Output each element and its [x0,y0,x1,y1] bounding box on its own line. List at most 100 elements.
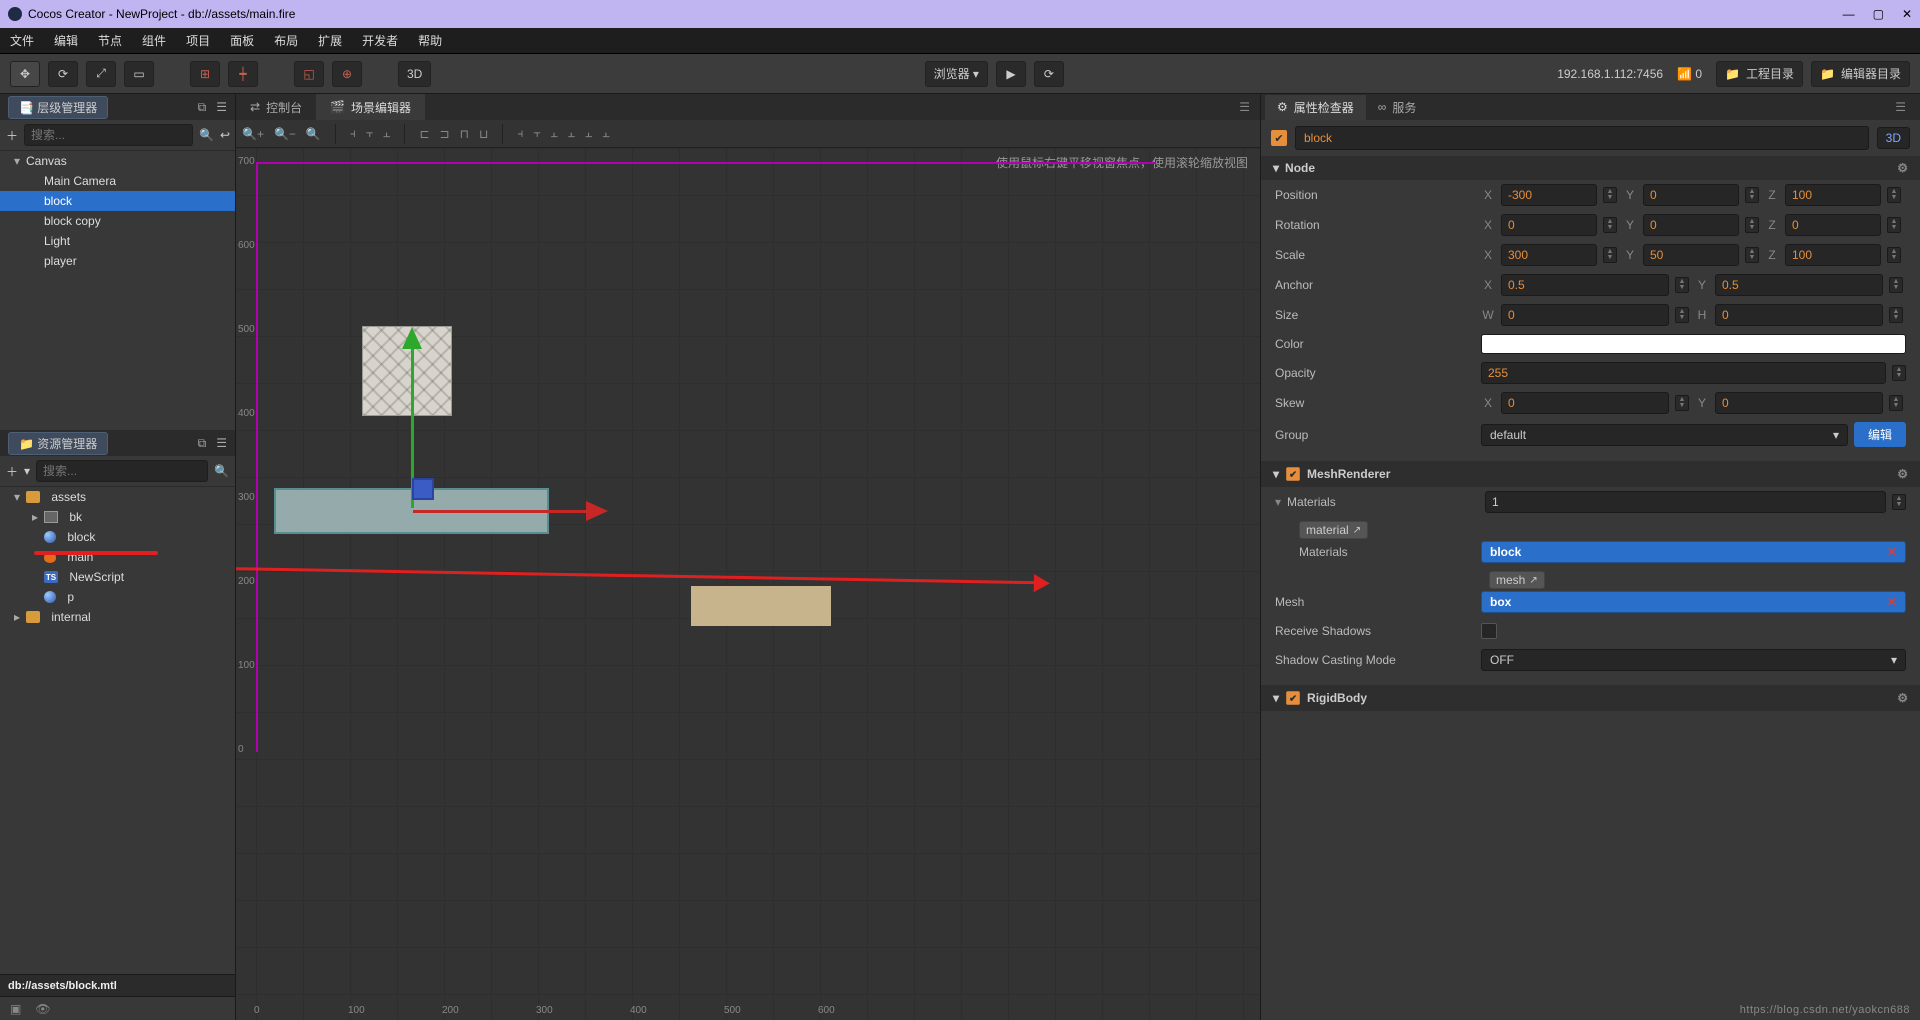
project-dir-button[interactable]: 📁工程目录 [1716,61,1803,87]
preview-mode-select[interactable]: 浏览器 ▾ [925,61,988,87]
menu-icon[interactable]: ☰ [216,100,227,115]
hierarchy-tab-label[interactable]: 📑 层级管理器 [8,96,108,119]
receive-shadows-checkbox[interactable] [1481,623,1497,639]
rotation-z-input[interactable] [1785,214,1881,236]
menu-icon[interactable]: ☰ [1885,94,1916,120]
reload-button[interactable]: ⟳ [1034,61,1064,87]
gizmo-center-handle[interactable] [412,478,434,500]
clear-icon[interactable]: ✕ [1887,545,1897,559]
material-slot[interactable]: block✕ [1481,541,1906,563]
menu-item[interactable]: 编辑 [44,32,88,49]
asset-item[interactable]: block [0,527,235,547]
view-3d-button[interactable]: 3D [398,61,431,87]
menu-item[interactable]: 组件 [132,32,176,49]
size-h-input[interactable] [1715,304,1883,326]
add-icon[interactable]: ＋ [6,127,18,144]
gear-icon[interactable]: ⚙ [1897,691,1908,705]
node-enabled-checkbox[interactable]: ✔ [1271,130,1287,146]
gizmo-tool-1[interactable]: ◱ [294,61,324,87]
close-icon[interactable]: ✕ [1902,7,1912,21]
anchor-x-input[interactable] [1501,274,1669,296]
popout-icon[interactable]: ⧉ [198,436,207,451]
section-rigidbody[interactable]: ▾ ✔ RigidBody⚙ [1261,685,1920,711]
menu-item[interactable]: 布局 [264,32,308,49]
asset-item[interactable]: ▸ bk [0,507,235,527]
mesh-slot[interactable]: box✕ [1481,591,1906,613]
rect-tool-button[interactable]: ▭ [124,61,154,87]
materials-count-input[interactable] [1485,491,1886,513]
clear-icon[interactable]: ✕ [1887,595,1897,609]
gear-icon[interactable]: ⚙ [1897,161,1908,175]
rotation-x-input[interactable] [1501,214,1597,236]
position-y-input[interactable] [1643,184,1739,206]
skew-y-input[interactable] [1715,392,1883,414]
gizmo-tool-2[interactable]: ⊕ [332,61,362,87]
anchor-y-input[interactable] [1715,274,1883,296]
menu-item[interactable]: 节点 [88,32,132,49]
menu-item[interactable]: 面板 [220,32,264,49]
menu-item[interactable]: 扩展 [308,32,352,49]
asset-item[interactable]: TS NewScript [0,567,235,587]
rotation-y-input[interactable] [1643,214,1739,236]
scale-z-input[interactable] [1785,244,1881,266]
scale-x-input[interactable] [1501,244,1597,266]
zoom-in-icon[interactable]: 🔍+ [242,127,264,141]
zoom-out-icon[interactable]: 🔍− [274,127,296,141]
assets-tab-label[interactable]: 📁 资源管理器 [8,432,108,455]
opacity-input[interactable] [1481,362,1886,384]
menu-icon[interactable]: ☰ [216,436,227,451]
align-icon[interactable]: ⫞ [350,126,356,141]
tab-console[interactable]: ⇄控制台 [236,94,316,120]
scene-viewport[interactable]: 使用鼠标右键平移视窗焦点，使用滚轮缩放视图 700600500400300200… [236,148,1260,1020]
asset-item[interactable]: ▸ internal [0,607,235,627]
asset-item[interactable]: ▾ assets [0,487,235,507]
meshrenderer-enabled-checkbox[interactable]: ✔ [1286,467,1300,481]
menu-icon[interactable]: ☰ [1229,94,1260,120]
gizmo-y-arrow-icon[interactable] [402,327,422,349]
tab-services[interactable]: ∞ 服务 [1366,95,1429,120]
section-node[interactable]: ▾ Node⚙ [1261,156,1920,180]
move-tool-button[interactable]: ✥ [10,61,40,87]
asset-item[interactable]: main [0,547,235,567]
skew-x-input[interactable] [1501,392,1669,414]
hierarchy-item[interactable]: ▾Canvas [0,151,235,171]
node-name-input[interactable] [1295,126,1869,150]
hierarchy-item[interactable]: block [0,191,235,211]
position-x-input[interactable] [1501,184,1597,206]
group-select[interactable]: default▾ [1481,424,1848,446]
hierarchy-item[interactable]: block copy [0,211,235,231]
scale-tool-button[interactable]: ⤢ [86,61,116,87]
color-picker[interactable] [1481,334,1906,354]
rigidbody-enabled-checkbox[interactable]: ✔ [1286,691,1300,705]
hierarchy-item[interactable]: Light [0,231,235,251]
maximize-icon[interactable]: ▢ [1873,7,1884,21]
gear-icon[interactable]: ⚙ [1897,467,1908,481]
editor-dir-button[interactable]: 📁编辑器目录 [1811,61,1910,87]
position-z-input[interactable] [1785,184,1881,206]
tab-inspector[interactable]: ⚙ 属性检查器 [1265,95,1366,120]
rotate-tool-button[interactable]: ⟳ [48,61,78,87]
section-meshrenderer[interactable]: ▾ ✔ MeshRenderer⚙ [1261,461,1920,487]
assets-search-input[interactable] [36,460,208,482]
minimize-icon[interactable]: — [1843,7,1855,21]
preview-icon[interactable]: 👁 [35,1002,50,1016]
gizmo-x-arrow-icon[interactable] [586,501,608,521]
shadow-mode-select[interactable]: OFF▾ [1481,649,1906,671]
tab-scene-editor[interactable]: 🎬场景编辑器 [316,94,425,120]
align-tool-2[interactable]: ┿ [228,61,258,87]
scale-y-input[interactable] [1643,244,1739,266]
menu-item[interactable]: 开发者 [352,32,408,49]
filter-icon[interactable]: ▾ [24,464,30,478]
edit-groups-button[interactable]: 编辑 [1854,422,1906,447]
popout-icon[interactable]: ⧉ [198,100,207,115]
menu-item[interactable]: 文件 [0,32,44,49]
3d-toggle-button[interactable]: 3D [1877,127,1910,149]
node-tan[interactable] [691,586,831,626]
hierarchy-item[interactable]: Main Camera [0,171,235,191]
search-icon[interactable]: 🔍 [199,128,214,142]
add-icon[interactable]: ＋ [6,463,18,480]
console-icon[interactable]: ▣ [10,1002,21,1016]
zoom-reset-icon[interactable]: 🔍 [306,127,321,141]
collapse-icon[interactable]: ↩ [220,128,230,142]
asset-item[interactable]: p [0,587,235,607]
